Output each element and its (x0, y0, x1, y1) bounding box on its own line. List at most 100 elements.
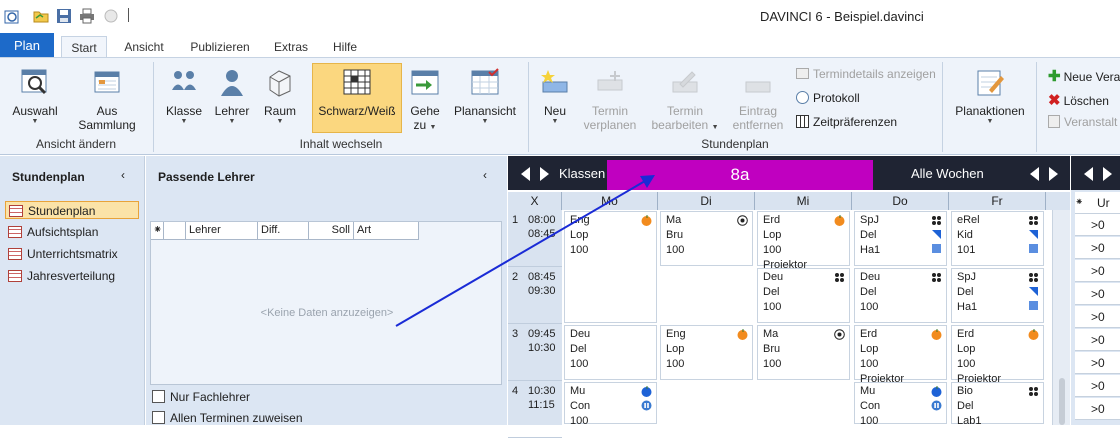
collapse-chevron-icon[interactable]: ‹ (483, 168, 487, 182)
right-grid-row[interactable]: >0 (1075, 283, 1120, 305)
right-grid-row[interactable]: >0 (1075, 398, 1120, 420)
day-header-mi[interactable]: Mi (755, 192, 852, 210)
right-grid-header: ⁕ Ur (1075, 192, 1120, 214)
termindetails-anzeigen-button[interactable]: Termindetails anzeigen (796, 67, 936, 81)
lesson-cell-do3[interactable]: Erd Lop 100 Projektor (854, 325, 947, 385)
toolbar-separator (128, 8, 129, 22)
veranstaltung-button[interactable]: Veranstalt (1048, 115, 1117, 129)
teacher-grid[interactable]: ⁕ Lehrer Diff. Soll Art <Keine Daten anz… (150, 221, 502, 385)
nav-item-stundenplan[interactable]: Stundenplan (5, 201, 139, 219)
protokoll-button[interactable]: Protokoll (796, 91, 860, 105)
print-icon[interactable] (79, 8, 95, 24)
column-header-soll[interactable]: Soll (309, 222, 354, 240)
day-header-di[interactable]: Di (658, 192, 755, 210)
termin-verplanen-button[interactable]: Termin verplanen (580, 68, 640, 132)
termin-bearbeiten-button[interactable]: Termin bearbeiten ▼ (648, 68, 722, 135)
eintrag-entfernen-button[interactable]: Eintrag entfernen (728, 68, 788, 132)
auswahl-button[interactable]: Auswahl ▼ (6, 68, 64, 125)
planansicht-button[interactable]: Planansicht ▼ (450, 68, 520, 125)
neu-button[interactable]: Neu ▼ (536, 68, 574, 125)
schwarz-weiss-button[interactable]: Schwarz/Weiß (312, 63, 402, 133)
nav-item-jahresverteilung[interactable]: Jahresverteilung (5, 267, 139, 285)
zeitpraeferenzen-button[interactable]: Zeitpräferenzen (796, 115, 897, 129)
app-logo-icon[interactable] (4, 8, 20, 24)
lesson-cell-do2[interactable]: Deu Del 100 (854, 268, 947, 323)
lesson-cell-mo1[interactable]: Eng Lop 100 (564, 211, 657, 323)
column-header-diff[interactable]: Diff. (258, 222, 309, 240)
lesson-cell-mi3[interactable]: Ma Bru 100 (757, 325, 850, 380)
plan-file-tab[interactable]: Plan (0, 33, 54, 58)
lesson-cell-fr4[interactable]: Bio Del Lab1 (951, 382, 1044, 427)
weeks-label[interactable]: Alle Wochen (911, 166, 984, 181)
tab-publizieren[interactable]: Publizieren (184, 36, 256, 58)
next-week-arrow-icon[interactable] (1049, 167, 1059, 184)
lesson-cell-mi1[interactable]: Erd Lop 100 Projektor (757, 211, 850, 271)
refresh-icon[interactable] (103, 8, 119, 24)
prev-class-arrow-icon[interactable] (521, 167, 531, 184)
day-header-mo[interactable]: Mo (562, 192, 658, 210)
lesson-cell-mo3[interactable]: Deu Del 100 (564, 325, 657, 380)
group-people-icon (169, 68, 199, 98)
lesson-cell-mi2[interactable]: Deu Del 100 (757, 268, 850, 323)
plan-plus-icon (595, 68, 625, 98)
right-grid-row[interactable]: >0 (1075, 375, 1120, 397)
tab-hilfe[interactable]: Hilfe (326, 36, 364, 58)
nav-label: Jahresverteilung (27, 269, 116, 283)
right-grid-row[interactable]: >0 (1075, 237, 1120, 259)
edit-pencil-icon (670, 68, 700, 98)
lesson-cell-do4[interactable]: Mu Con 100 (854, 382, 947, 427)
open-folder-icon[interactable] (33, 8, 49, 24)
right-grid-row[interactable]: >0 (1075, 306, 1120, 328)
group-label-stundenplan: Stundenplan (701, 137, 769, 151)
tab-extras[interactable]: Extras (270, 36, 312, 58)
nav-item-aufsichtsplan[interactable]: Aufsichtsplan (5, 223, 139, 241)
right-panel: ⁕ Ur >0 >0 >0 >0 >0 >0 >0 >0 >0 (1071, 156, 1120, 425)
planaktionen-button[interactable]: Planaktionen ▼ (950, 68, 1030, 125)
column-header-art[interactable]: Art (354, 222, 419, 240)
black-white-table-icon (342, 68, 372, 98)
lesson-cell-mo4[interactable]: Mu Con 100 (564, 382, 657, 427)
sammlung-label: Sammlung (78, 118, 136, 132)
prev-arrow-icon[interactable] (1084, 167, 1094, 184)
aus-sammlung-button[interactable]: Aus Sammlung (70, 68, 144, 132)
allen-terminen-checkbox[interactable] (152, 411, 165, 424)
lesson-cell-fr2[interactable]: SpJ Del Ha1 (951, 268, 1044, 323)
neue-veranstaltung-button[interactable]: ✚ Neue Vera (1048, 67, 1120, 85)
prev-week-arrow-icon[interactable] (1030, 167, 1040, 184)
group-label-ansicht: Ansicht ändern (35, 137, 117, 151)
schedule-scrollbar[interactable] (1052, 210, 1070, 425)
collapse-chevron-icon[interactable]: ‹ (121, 168, 125, 182)
loeschen-button[interactable]: ✖ Löschen (1048, 91, 1109, 109)
lesson-cell-di3[interactable]: Eng Lop 100 (660, 325, 753, 380)
next-class-arrow-icon[interactable] (540, 167, 550, 184)
tab-start[interactable]: Start (61, 36, 107, 58)
class-name-bar[interactable]: 8a (607, 160, 873, 190)
apple-icon (737, 329, 748, 340)
next-arrow-icon[interactable] (1103, 167, 1113, 184)
column-header-lehrer[interactable]: Lehrer (186, 222, 258, 240)
tab-ansicht[interactable]: Ansicht (118, 36, 170, 58)
lesson-line: 100 (763, 301, 782, 313)
gehe-zu-button[interactable]: Gehe zu ▼ (405, 68, 445, 135)
day-header-do[interactable]: Do (852, 192, 949, 210)
scrollbar-thumb[interactable] (1059, 378, 1065, 425)
klassen-label[interactable]: Klassen (559, 166, 605, 181)
save-icon[interactable] (56, 8, 72, 24)
lesson-cell-fr3[interactable]: Erd Lop 100 Projektor (951, 325, 1044, 385)
lehrer-button[interactable]: Lehrer ▼ (210, 68, 254, 125)
right-grid-row[interactable]: >0 (1075, 260, 1120, 282)
raum-button[interactable]: Raum ▼ (258, 68, 302, 125)
klasse-button[interactable]: Klasse ▼ (162, 68, 206, 125)
right-grid-row[interactable]: >0 (1075, 352, 1120, 374)
lesson-cell-do1[interactable]: SpJ Del Ha1 (854, 211, 947, 266)
right-grid-row[interactable]: >0 (1075, 214, 1120, 236)
lesson-cell-fr1[interactable]: eRel Kid 101 (951, 211, 1044, 266)
day-header-fr[interactable]: Fr (949, 192, 1046, 210)
verplanen-label: verplanen (583, 118, 637, 132)
nav-item-unterrichtsmatrix[interactable]: Unterrichtsmatrix (5, 245, 139, 263)
person-icon (217, 68, 247, 98)
right-grid-row[interactable]: >0 (1075, 329, 1120, 351)
lesson-cell-di1[interactable]: Ma Bru 100 (660, 211, 753, 266)
lesson-line: 100 (570, 244, 589, 256)
nur-fachlehrer-checkbox[interactable] (152, 390, 165, 403)
